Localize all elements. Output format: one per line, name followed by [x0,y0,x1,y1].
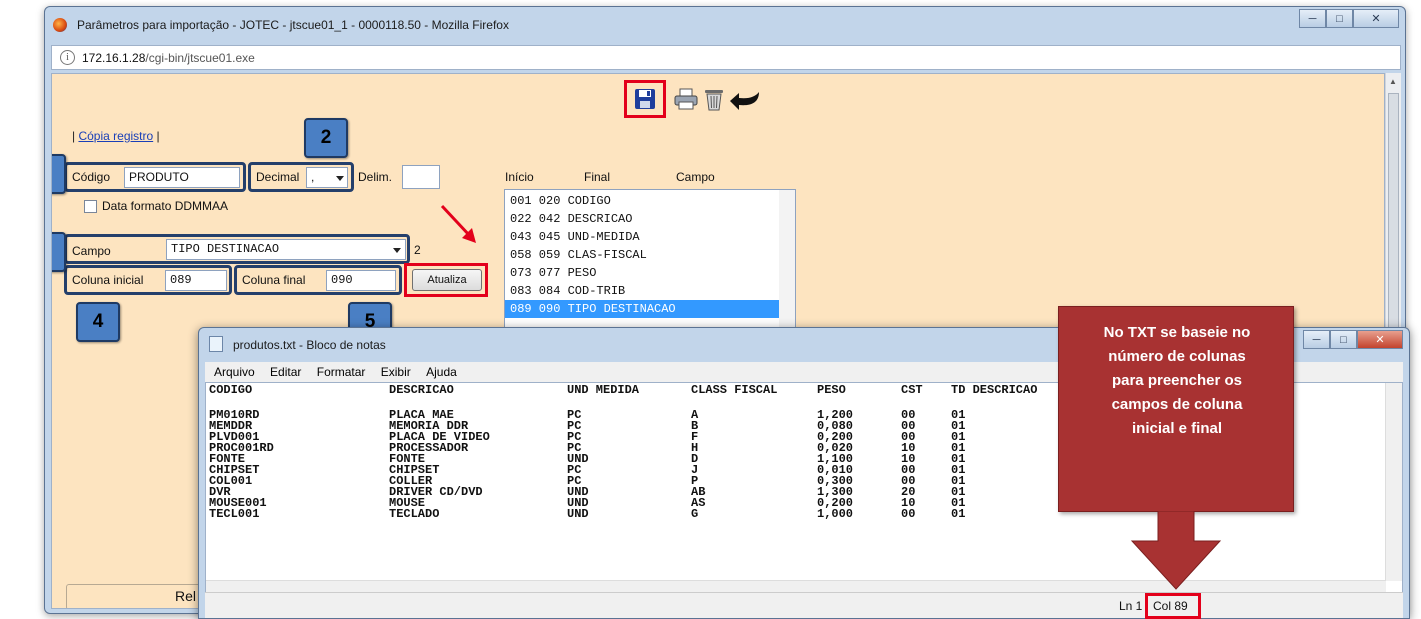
step-badge-2: 2 [304,118,348,158]
browser-titlebar: Parâmetros para importação - JOTEC - jts… [45,7,1405,43]
delim-input[interactable] [402,165,440,189]
list-item[interactable]: 083 084 COD-TRIB [505,282,795,300]
url-host: 172.16.1.28 [82,51,146,65]
status-column: Col 89 [1153,599,1188,613]
coluna-final-label: Coluna final [242,273,306,287]
list-scrollbar[interactable] [779,190,795,328]
rel-label: Rel [172,588,200,604]
list-item[interactable]: 022 042 DESCRICAO [505,210,795,228]
callout-arrow-icon [1130,511,1222,590]
text-cell: UND MEDIDA [567,383,640,397]
print-icon[interactable] [674,86,698,112]
menu-exibir[interactable]: Exibir [381,362,411,382]
save-icon[interactable] [633,86,657,112]
red-arrow-icon [440,204,476,243]
text-cell: TD DESCRICAO [951,383,1038,397]
link-suffix: | [156,129,160,143]
trash-icon[interactable] [702,86,726,112]
coluna-inicial-input[interactable]: 089 [165,270,227,291]
copy-record-links: | Cópia registro | [72,129,160,143]
text-cell: CODIGO [209,383,253,397]
codigo-label: Código [72,170,111,184]
menu-editar[interactable]: Editar [270,362,301,382]
list-item[interactable]: 001 020 CODIGO [505,192,795,210]
text-cell: CLASS FISCAL [691,383,778,397]
url-path: /cgi-bin/jtscue01.exe [145,51,255,65]
step-badge-1: 1 [52,154,66,194]
close-button[interactable]: ✕ [1353,9,1399,28]
text-cell: DESCRICAO [389,383,454,397]
text-cell: 00 [901,507,916,521]
coluna-inicial-label: Coluna inicial [72,273,144,287]
coluna-final-input[interactable]: 090 [326,270,396,291]
window-controls: ─ □ ✕ [1299,9,1399,28]
back-icon[interactable] [728,86,762,112]
callout-text: No TXT se baseie no número de colunas pa… [1103,324,1251,437]
menu-ajuda[interactable]: Ajuda [426,362,457,382]
maximize-button[interactable]: □ [1326,9,1353,28]
notepad-window-controls: ─ □ ✕ [1303,330,1403,349]
chevron-down-icon [336,176,344,181]
step-badge-3: 3 [52,232,66,272]
callout-box: No TXT se baseie no número de colunas pa… [1058,306,1294,512]
atualiza-button[interactable]: Atualiza [412,269,482,291]
text-cell: UND [567,507,589,521]
url-text[interactable]: 172.16.1.28/cgi-bin/jtscue01.exe [82,51,255,65]
chevron-down-icon [393,248,401,253]
url-bar[interactable]: i 172.16.1.28/cgi-bin/jtscue01.exe [51,45,1401,70]
text-cell: CST [901,383,923,397]
text-cell: TECL001 [209,507,260,521]
notepad-title: produtos.txt - Bloco de notas [233,338,386,352]
text-cell: 01 [951,507,966,521]
campo-select[interactable]: TIPO DESTINACAO [166,239,406,260]
minimize-button[interactable]: ─ [1299,9,1326,28]
campo-value: TIPO DESTINACAO [171,242,280,256]
campo-label: Campo [72,244,111,258]
header-inicio: Início [505,170,534,184]
campo-count: 2 [414,243,421,257]
delim-label: Delim. [358,170,393,184]
date-format-label: Data formato DDMMAA [102,199,229,213]
decimal-label: Decimal [256,170,300,184]
codigo-input[interactable]: PRODUTO [124,167,240,188]
menu-formatar[interactable]: Formatar [317,362,366,382]
status-line: Ln 1 [1119,599,1143,613]
text-cell: 1,000 [817,507,854,521]
copy-record-link[interactable]: Cópia registro [78,129,153,143]
list-item[interactable]: 043 045 UND-MEDIDA [505,228,795,246]
notepad-vertical-scrollbar[interactable] [1385,383,1402,581]
field-listbox[interactable]: 001 020 CODIGO 022 042 DESCRICAO 043 045… [504,189,796,329]
list-item[interactable]: 073 077 PESO [505,264,795,282]
scroll-up-icon[interactable]: ▲ [1389,77,1397,86]
header-campo: Campo [676,170,715,184]
site-info-icon[interactable]: i [60,50,75,65]
firefox-logo-icon [53,18,67,32]
step-badge-4: 4 [76,302,120,342]
notepad-close-button[interactable]: ✕ [1357,330,1403,349]
notepad-icon [209,336,223,352]
text-cell: PESO [817,383,846,397]
text-cell: TECLADO [389,507,440,521]
link-prefix: | [72,129,76,143]
menu-arquivo[interactable]: Arquivo [214,362,255,382]
browser-title: Parâmetros para importação - JOTEC - jts… [77,18,509,32]
list-item[interactable]: 058 059 CLAS-FISCAL [505,246,795,264]
notepad-statusbar: Ln 1 Col 89 [205,592,1403,619]
text-cell: G [691,507,699,521]
date-format-checkbox[interactable] [84,200,97,213]
notepad-maximize-button[interactable]: □ [1330,330,1357,349]
list-item-selected[interactable]: 089 090 TIPO DESTINACAO [505,300,795,318]
notepad-minimize-button[interactable]: ─ [1303,330,1330,349]
header-final: Final [584,170,611,184]
decimal-value: , [311,170,315,184]
decimal-select[interactable]: , [306,167,348,188]
